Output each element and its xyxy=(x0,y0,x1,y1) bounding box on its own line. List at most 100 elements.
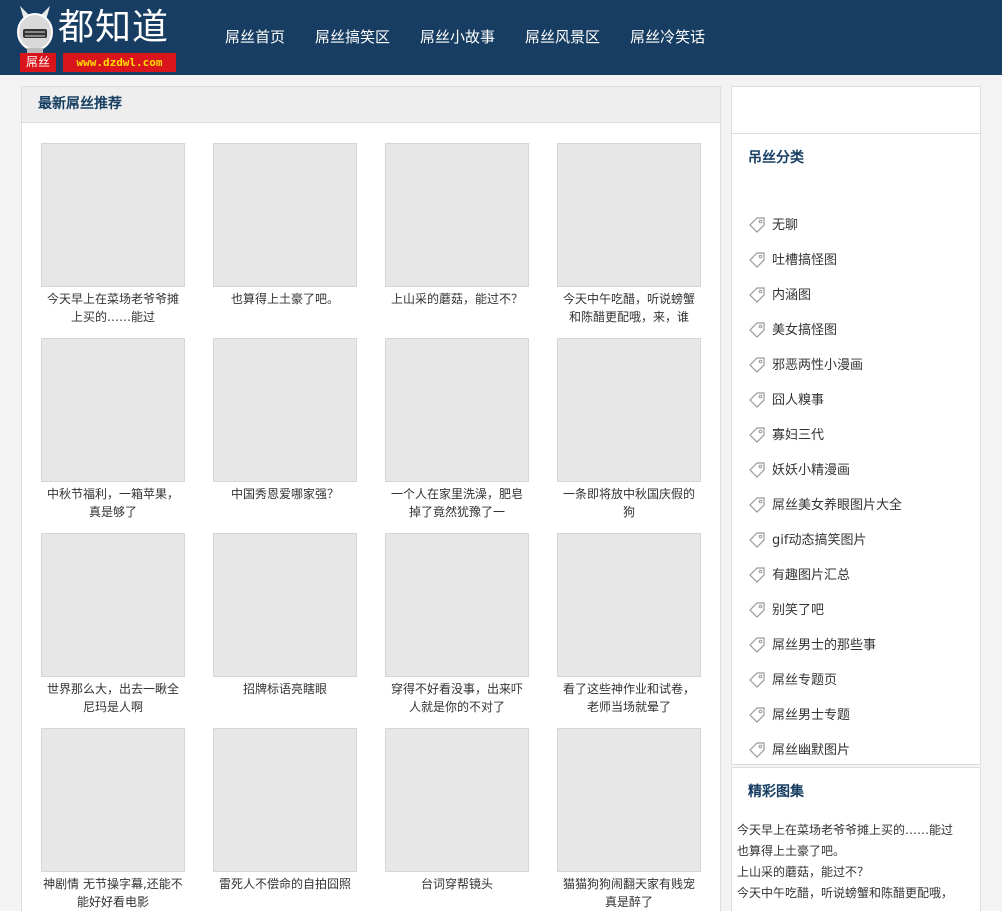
category-item[interactable]: 寡妇三代 xyxy=(748,416,902,451)
grid-thumbnail[interactable] xyxy=(557,338,701,482)
grid-thumbnail[interactable] xyxy=(41,728,185,872)
gallery-link[interactable]: 也算得上土豪了吧。 xyxy=(737,841,977,862)
category-label[interactable]: 寡妇三代 xyxy=(772,424,824,443)
gallery-link[interactable]: 上山采的蘑菇，能过不？ xyxy=(737,862,977,883)
tag-icon xyxy=(749,461,765,478)
grid-item[interactable]: 今天早上在菜场老爷爷摊上买的……能过 xyxy=(40,143,186,326)
category-item[interactable]: 别笑了吧 xyxy=(748,591,902,626)
latest-panel-title: 最新屌丝推荐 xyxy=(22,87,720,123)
category-label[interactable]: gif动态搞笑图片 xyxy=(772,529,866,548)
nav-funny[interactable]: 屌丝搞笑区 xyxy=(300,0,405,75)
gallery-panel: 精彩图集 今天早上在菜场老爷爷摊上买的……能过 也算得上土豪了吧。 上山采的蘑菇… xyxy=(731,767,981,911)
gallery-link[interactable]: 今天早上在菜场老爷爷摊上买的……能过 xyxy=(737,820,977,841)
grid-caption[interactable]: 一个人在家里洗澡，肥皂掉了竟然犹豫了一 xyxy=(384,485,530,521)
category-item[interactable]: 吐槽搞怪图 xyxy=(748,241,902,276)
category-item[interactable]: 妖妖小精漫画 xyxy=(748,451,902,486)
grid-thumbnail[interactable] xyxy=(385,143,529,287)
grid-item[interactable]: 雷死人不偿命的自拍囧照 xyxy=(212,728,358,911)
knight-mascot-icon xyxy=(17,6,53,56)
grid-item[interactable]: 也算得上土豪了吧。 xyxy=(212,143,358,326)
category-item[interactable]: 内涵图 xyxy=(748,276,902,311)
category-label[interactable]: 屌丝专题页 xyxy=(772,669,837,688)
grid-thumbnail[interactable] xyxy=(213,533,357,677)
tag-icon xyxy=(749,321,765,338)
category-item[interactable]: 无聊 xyxy=(748,206,902,241)
category-item[interactable]: gif动态搞笑图片 xyxy=(748,521,902,556)
grid-thumbnail[interactable] xyxy=(213,338,357,482)
grid-thumbnail[interactable] xyxy=(385,728,529,872)
category-label[interactable]: 吐槽搞怪图 xyxy=(772,249,837,268)
category-item[interactable]: 屌丝男士专题 xyxy=(748,696,902,731)
category-label[interactable]: 别笑了吧 xyxy=(772,599,824,618)
category-label[interactable]: 邪恶两性小漫画 xyxy=(772,354,863,373)
grid-item[interactable]: 今天中午吃醋，听说螃蟹和陈醋更配哦，来，谁 xyxy=(556,143,702,326)
grid-thumbnail[interactable] xyxy=(385,338,529,482)
grid-caption[interactable]: 今天中午吃醋，听说螃蟹和陈醋更配哦，来，谁 xyxy=(556,290,702,326)
category-label[interactable]: 妖妖小精漫画 xyxy=(772,459,850,478)
grid-thumbnail[interactable] xyxy=(41,143,185,287)
category-label[interactable]: 囧人糗事 xyxy=(772,389,824,408)
category-item[interactable]: 有趣图片汇总 xyxy=(748,556,902,591)
grid-thumbnail[interactable] xyxy=(41,533,185,677)
grid-caption[interactable]: 上山采的蘑菇，能过不？ xyxy=(384,290,530,326)
grid-thumbnail[interactable] xyxy=(213,728,357,872)
grid-caption[interactable]: 一条即将放中秋国庆假的狗 xyxy=(556,485,702,521)
grid-item[interactable]: 一条即将放中秋国庆假的狗 xyxy=(556,338,702,521)
grid-caption[interactable]: 看了这些神作业和试卷，老师当场就晕了 xyxy=(556,680,702,716)
nav-stories[interactable]: 屌丝小故事 xyxy=(405,0,510,75)
category-panel-title: 吊丝分类 xyxy=(748,150,804,166)
grid-caption[interactable]: 今天早上在菜场老爷爷摊上买的……能过 xyxy=(40,290,186,326)
category-item[interactable]: 邪恶两性小漫画 xyxy=(748,346,902,381)
grid-item[interactable]: 台词穿帮镜头 xyxy=(384,728,530,911)
category-label[interactable]: 有趣图片汇总 xyxy=(772,564,850,583)
category-label[interactable]: 屌丝男士的那些事 xyxy=(772,634,876,653)
latest-panel: 最新屌丝推荐 今天早上在菜场老爷爷摊上买的……能过 也算得上土豪了吧。 上山采的… xyxy=(21,86,721,911)
category-item[interactable]: 屌丝美女养眼图片大全 xyxy=(748,486,902,521)
category-label[interactable]: 美女搞怪图 xyxy=(772,319,837,338)
grid-caption[interactable]: 雷死人不偿命的自拍囧照 xyxy=(212,875,358,911)
tag-icon xyxy=(749,216,765,233)
gallery-link[interactable]: 今天中午吃醋，听说螃蟹和陈醋更配哦， xyxy=(737,883,977,904)
category-item[interactable]: 屌丝幽默图片 xyxy=(748,731,902,766)
category-label[interactable]: 无聊 xyxy=(772,214,798,233)
grid-item[interactable]: 神剧情 无节操字幕,还能不能好好看电影 xyxy=(40,728,186,911)
grid-thumbnail[interactable] xyxy=(41,338,185,482)
grid-caption[interactable]: 台词穿帮镜头 xyxy=(384,875,530,911)
grid-caption[interactable]: 神剧情 无节操字幕,还能不能好好看电影 xyxy=(40,875,186,911)
grid-item[interactable]: 中国秀恩爱哪家强？ xyxy=(212,338,358,521)
grid-thumbnail[interactable] xyxy=(213,143,357,287)
grid-caption[interactable]: 中秋节福利，一箱苹果，真是够了 xyxy=(40,485,186,521)
category-label[interactable]: 内涵图 xyxy=(772,284,811,303)
grid-thumbnail[interactable] xyxy=(385,533,529,677)
grid-item[interactable]: 中秋节福利，一箱苹果，真是够了 xyxy=(40,338,186,521)
category-item[interactable]: 屌丝男士的那些事 xyxy=(748,626,902,661)
grid-item[interactable]: 世界那么大，出去一瞅全尼玛是人啊 xyxy=(40,533,186,716)
grid-caption[interactable]: 世界那么大，出去一瞅全尼玛是人啊 xyxy=(40,680,186,716)
grid-caption[interactable]: 招牌标语亮瞎眼 xyxy=(212,680,358,716)
category-item[interactable]: 美女搞怪图 xyxy=(748,311,902,346)
grid-item[interactable]: 穿得不好看没事，出来吓人就是你的不对了 xyxy=(384,533,530,716)
grid-thumbnail[interactable] xyxy=(557,728,701,872)
site-logo[interactable]: 都知道 屌丝 www.dzdwl.com xyxy=(10,2,185,72)
category-label[interactable]: 屌丝男士专题 xyxy=(772,704,850,723)
grid-caption[interactable]: 也算得上土豪了吧。 xyxy=(212,290,358,326)
grid-caption[interactable]: 猫猫狗狗闹翻天家有贱宠真是醉了 xyxy=(556,875,702,911)
grid-item[interactable]: 招牌标语亮瞎眼 xyxy=(212,533,358,716)
grid-thumbnail[interactable] xyxy=(557,533,701,677)
nav-scenery[interactable]: 屌丝风景区 xyxy=(510,0,615,75)
category-label[interactable]: 屌丝美女养眼图片大全 xyxy=(772,494,902,513)
nav-home[interactable]: 屌丝首页 xyxy=(210,0,300,75)
grid-item[interactable]: 上山采的蘑菇，能过不？ xyxy=(384,143,530,326)
gallery-panel-title: 精彩图集 xyxy=(748,784,804,800)
grid-thumbnail[interactable] xyxy=(557,143,701,287)
nav-jokes[interactable]: 屌丝冷笑话 xyxy=(615,0,720,75)
category-label[interactable]: 屌丝幽默图片 xyxy=(772,739,850,758)
grid-item[interactable]: 猫猫狗狗闹翻天家有贱宠真是醉了 xyxy=(556,728,702,911)
grid-caption[interactable]: 穿得不好看没事，出来吓人就是你的不对了 xyxy=(384,680,530,716)
grid-item[interactable]: 一个人在家里洗澡，肥皂掉了竟然犹豫了一 xyxy=(384,338,530,521)
category-item[interactable]: 屌丝专题页 xyxy=(748,661,902,696)
grid-item[interactable]: 看了这些神作业和试卷，老师当场就晕了 xyxy=(556,533,702,716)
category-item[interactable]: 囧人糗事 xyxy=(748,381,902,416)
grid-caption[interactable]: 中国秀恩爱哪家强？ xyxy=(212,485,358,521)
logo-badge: 屌丝 xyxy=(20,53,56,72)
